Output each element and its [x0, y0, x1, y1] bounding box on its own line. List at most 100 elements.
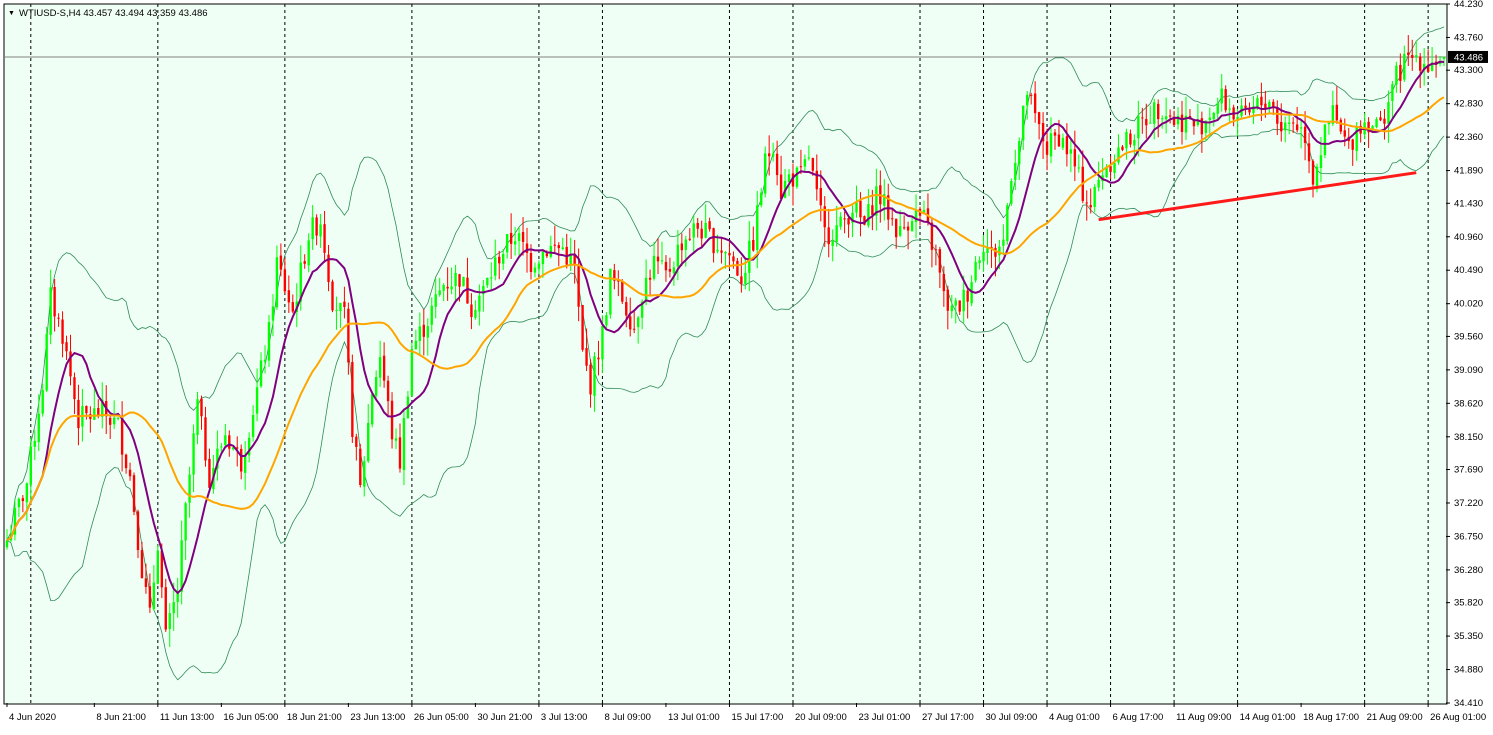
x-tick-label: 15 Jul 17:00 — [731, 712, 783, 723]
candle-body — [672, 267, 676, 273]
candle-body — [736, 260, 739, 276]
x-tick-label: 27 Jul 17:00 — [922, 712, 974, 723]
candle — [359, 443, 362, 488]
candle-body — [120, 417, 124, 455]
candle-body — [45, 333, 48, 391]
candle-body — [827, 227, 830, 245]
x-tick-label: 8 Jun 21:00 — [96, 712, 146, 723]
candle-body — [1133, 139, 1136, 146]
candle-body — [112, 417, 116, 425]
candle-body — [1168, 115, 1172, 117]
candle-body — [581, 305, 584, 350]
candle-body — [156, 550, 160, 584]
candle-body — [930, 222, 934, 250]
candle-body — [319, 224, 322, 237]
candle-body — [1391, 84, 1394, 101]
candle-body — [220, 446, 223, 448]
candle-body — [164, 587, 167, 630]
candle-body — [446, 286, 449, 289]
candle-body — [140, 550, 144, 579]
candle-body — [1022, 105, 1025, 141]
candle-body — [267, 321, 271, 361]
chart-window[interactable]: 44.230 43.760 43.300 42.830 42.360 41.890 41.4… — [0, 0, 1493, 730]
candle-body — [1351, 139, 1354, 150]
candle-body — [605, 315, 608, 326]
candle-body — [1037, 112, 1041, 125]
candle-body — [1026, 94, 1029, 106]
candlestick-chart[interactable]: 44.230 43.760 43.300 42.830 42.360 41.890 41.4… — [0, 0, 1493, 730]
candle-body — [1033, 93, 1037, 114]
candle-body — [359, 448, 362, 486]
candle-body — [1029, 94, 1033, 96]
candle-body — [1212, 112, 1215, 120]
y-tick-label: 37.220 — [1454, 498, 1483, 509]
candle-body — [1375, 119, 1378, 128]
candle-body — [371, 394, 374, 425]
candle-body — [910, 221, 914, 232]
y-tick-label: 42.830 — [1454, 99, 1483, 110]
candle-body — [196, 399, 199, 435]
candle-body — [279, 255, 283, 270]
candle-body — [422, 324, 425, 337]
candle-body — [85, 405, 88, 414]
candle-body — [855, 202, 858, 213]
candle-body — [450, 286, 453, 290]
y-tick-label: 41.430 — [1454, 198, 1483, 209]
candle-body — [966, 290, 969, 302]
candle-body — [752, 239, 755, 251]
candle-body — [434, 294, 437, 307]
candle-body — [1256, 98, 1259, 108]
candle-body — [1002, 239, 1005, 246]
price-axis: 44.230 43.760 43.300 42.830 42.360 41.890 41.4… — [1446, 0, 1488, 709]
candle-body — [898, 226, 902, 236]
candle-body — [1089, 205, 1092, 208]
candle-body — [1415, 55, 1418, 57]
candle-body — [144, 578, 148, 587]
candle-body — [331, 281, 334, 311]
y-tick-label: 40.960 — [1454, 232, 1483, 243]
candle-body — [343, 301, 346, 308]
candle — [863, 215, 866, 226]
candle-body — [998, 246, 1001, 256]
y-tick-label: 43.760 — [1454, 32, 1483, 43]
candle-body — [799, 166, 803, 168]
candle-body — [351, 361, 354, 437]
candle-body — [708, 221, 711, 230]
candle-body — [1157, 103, 1160, 120]
candle-body — [1113, 162, 1116, 173]
x-tick-label: 4 Jun 2020 — [9, 712, 56, 723]
candle-body — [378, 357, 382, 378]
candle-body — [811, 158, 815, 171]
candle-body — [243, 455, 247, 473]
candle-body — [1224, 89, 1227, 111]
candle-body — [660, 260, 664, 262]
candle-body — [633, 328, 636, 330]
y-tick-label: 41.890 — [1454, 166, 1483, 177]
candle-body — [339, 302, 342, 312]
x-tick-label: 26 Jun 05:00 — [414, 712, 469, 723]
candle-body — [692, 223, 695, 238]
candle-body — [1288, 122, 1291, 124]
x-tick-label: 26 Aug 01:00 — [1430, 712, 1486, 723]
candle-body — [21, 498, 25, 502]
candle-body — [1307, 143, 1311, 162]
candle — [581, 304, 584, 352]
candle-body — [109, 417, 112, 425]
candle-body — [744, 272, 747, 284]
candle-body — [502, 253, 505, 264]
y-tick-label: 38.620 — [1454, 398, 1483, 409]
candle-body — [1387, 102, 1390, 124]
x-tick-label: 21 Aug 09:00 — [1367, 712, 1423, 723]
candle-body — [430, 305, 433, 325]
candle-body — [1073, 149, 1077, 167]
symbol-header[interactable]: ▼ WTIUSD-S,H4 43.457 43.494 43.359 43.48… — [8, 8, 208, 19]
candle-body — [1264, 103, 1267, 109]
candle — [45, 326, 48, 393]
candle-body — [1069, 149, 1073, 154]
candle-body — [764, 153, 767, 194]
dropdown-arrow-icon[interactable]: ▼ — [8, 10, 15, 17]
candle-body — [17, 498, 21, 508]
candle-body — [311, 217, 314, 240]
candle — [462, 276, 465, 287]
candle — [331, 279, 334, 313]
